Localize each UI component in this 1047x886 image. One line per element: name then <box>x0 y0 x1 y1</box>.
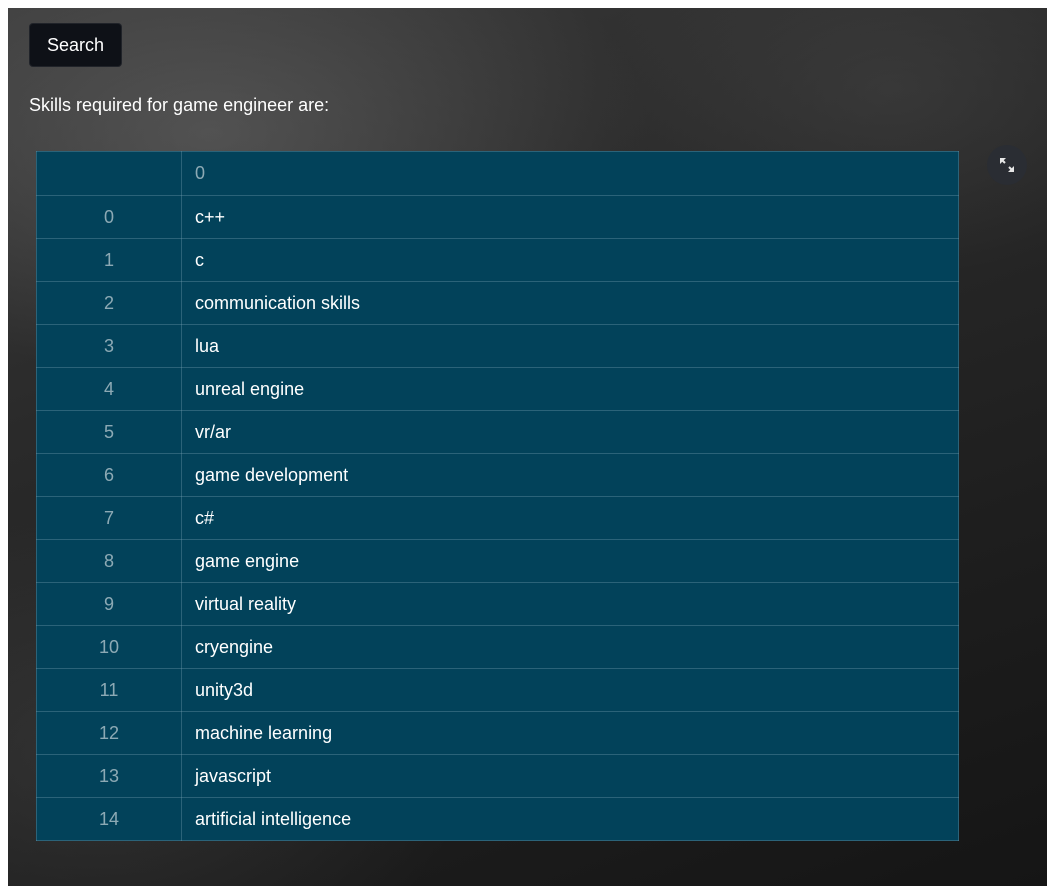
row-index: 2 <box>36 281 182 325</box>
table-row: 8 game engine <box>36 539 959 583</box>
row-index: 4 <box>36 367 182 411</box>
table-row: 11 unity3d <box>36 668 959 712</box>
table-row: 0 c++ <box>36 195 959 239</box>
table-row: 9 virtual reality <box>36 582 959 626</box>
row-value: virtual reality <box>181 582 959 626</box>
row-index: 14 <box>36 797 182 841</box>
search-button[interactable]: Search <box>29 23 122 67</box>
row-index: 7 <box>36 496 182 540</box>
table-row: 14 artificial intelligence <box>36 797 959 841</box>
row-index: 12 <box>36 711 182 755</box>
row-value: lua <box>181 324 959 368</box>
row-index: 11 <box>36 668 182 712</box>
row-value: c <box>181 238 959 282</box>
table-row: 4 unreal engine <box>36 367 959 411</box>
row-value: cryengine <box>181 625 959 669</box>
row-value: vr/ar <box>181 410 959 454</box>
skills-table: 0 0 c++ 1 c 2 communication skills 3 lua… <box>36 151 959 841</box>
table-header-row: 0 <box>36 151 959 196</box>
table-row: 13 javascript <box>36 754 959 798</box>
left-edge <box>0 0 8 886</box>
row-value: machine learning <box>181 711 959 755</box>
table-row: 7 c# <box>36 496 959 540</box>
table-row: 3 lua <box>36 324 959 368</box>
row-index: 5 <box>36 410 182 454</box>
table-row: 10 cryengine <box>36 625 959 669</box>
row-value: javascript <box>181 754 959 798</box>
row-value: communication skills <box>181 281 959 325</box>
row-index: 1 <box>36 238 182 282</box>
header-value-cell: 0 <box>181 151 959 196</box>
row-index: 3 <box>36 324 182 368</box>
row-value: game development <box>181 453 959 497</box>
table-body: 0 c++ 1 c 2 communication skills 3 lua 4… <box>36 195 959 841</box>
row-value: artificial intelligence <box>181 797 959 841</box>
skills-table-container: 0 0 c++ 1 c 2 communication skills 3 lua… <box>36 151 959 841</box>
row-index: 9 <box>36 582 182 626</box>
row-index: 10 <box>36 625 182 669</box>
row-index: 13 <box>36 754 182 798</box>
fullscreen-button[interactable] <box>987 145 1027 185</box>
row-index: 6 <box>36 453 182 497</box>
table-row: 5 vr/ar <box>36 410 959 454</box>
row-value: unreal engine <box>181 367 959 411</box>
result-caption: Skills required for game engineer are: <box>29 95 330 115</box>
table-row: 6 game development <box>36 453 959 497</box>
row-value: game engine <box>181 539 959 583</box>
row-index: 0 <box>36 195 182 239</box>
row-value: c++ <box>181 195 959 239</box>
fullscreen-expand-icon <box>1000 158 1014 172</box>
row-value: c# <box>181 496 959 540</box>
header-index-cell <box>36 151 182 196</box>
table-row: 12 machine learning <box>36 711 959 755</box>
row-value: unity3d <box>181 668 959 712</box>
row-index: 8 <box>36 539 182 583</box>
table-row: 1 c <box>36 238 959 282</box>
table-row: 2 communication skills <box>36 281 959 325</box>
search-button-label: Search <box>46 34 105 55</box>
top-edge <box>0 0 1047 8</box>
